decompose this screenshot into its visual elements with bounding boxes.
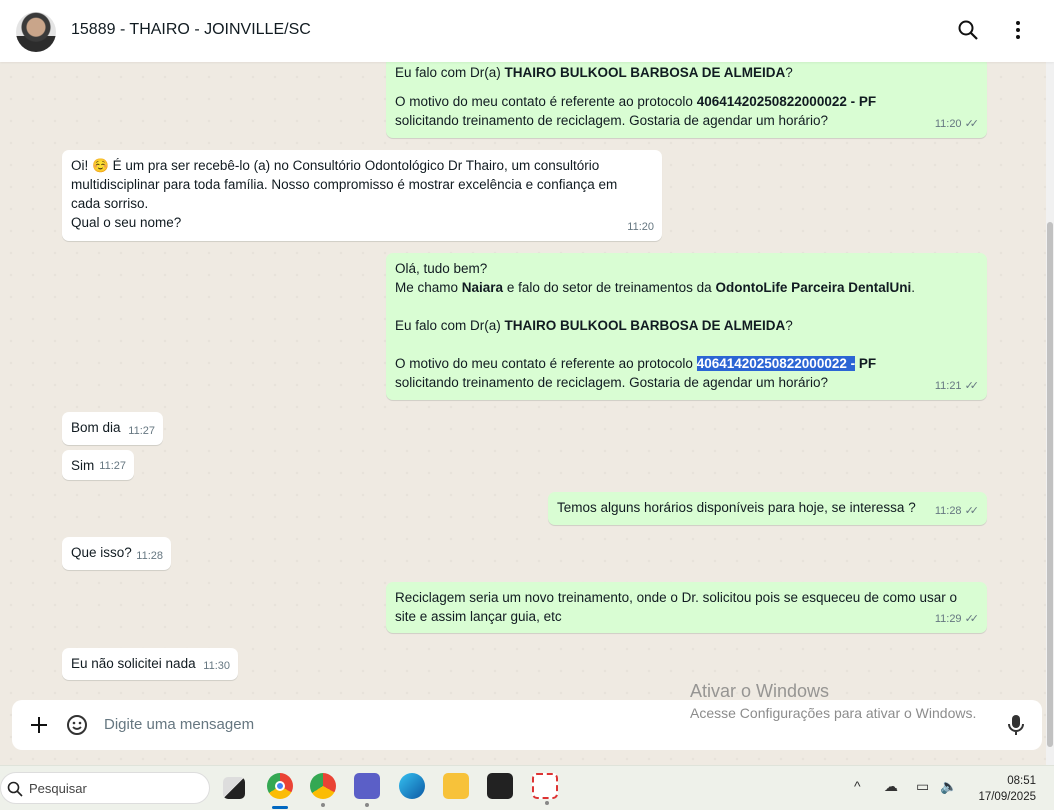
windows-activation-subtitle: Acesse Configurações para ativar o Windo… — [690, 705, 977, 721]
message-incoming: Oi! ☺️ É um pra ser recebê-lo (a) no Con… — [62, 150, 662, 241]
smiling-emoji-icon: ☺️ — [92, 158, 109, 173]
double-check-icon: ✓✓ — [964, 613, 980, 625]
double-check-icon: ✓✓ — [964, 118, 980, 130]
message-time: 11:21 — [934, 380, 962, 392]
snipping-tool-icon[interactable] — [532, 773, 558, 805]
taskbar-search[interactable]: Pesquisar — [0, 772, 210, 804]
volume-icon[interactable]: 🔈 — [940, 778, 957, 795]
message-incoming: Que isso? 11:28 — [62, 537, 171, 570]
message-time: 11:27 — [128, 425, 155, 437]
selected-text[interactable]: 40641420250822000022 - — [696, 356, 856, 371]
message-outgoing: Reciclagem seria um novo treinamento, on… — [386, 582, 987, 633]
message-incoming: Bom dia 11:27 — [62, 412, 163, 445]
scrollbar[interactable] — [1046, 62, 1054, 765]
message-time: 11:30 — [203, 660, 230, 672]
message-time: 11:20 — [627, 221, 654, 233]
message-text-bold: THAIRO BULKOOL BARBOSA DE ALMEIDA — [504, 65, 786, 80]
clock[interactable]: 08:51 17/09/2025 — [978, 773, 1036, 805]
double-check-icon: ✓✓ — [964, 505, 980, 517]
message-time: 11:20 — [934, 118, 962, 130]
edge-icon[interactable] — [399, 773, 425, 799]
search-placeholder: Pesquisar — [29, 781, 87, 796]
chrome-profile-icon[interactable] — [310, 773, 336, 807]
message-input[interactable]: Digite uma mensagem — [104, 716, 254, 733]
onedrive-icon[interactable]: ☁ — [884, 778, 898, 795]
avatar[interactable] — [16, 12, 56, 52]
more-vertical-icon[interactable] — [1006, 18, 1030, 42]
message-incoming: Eu não solicitei nada 11:30 — [62, 648, 238, 680]
contact-name[interactable]: 15889 - THAIRO - JOINVILLE/SC — [71, 21, 311, 39]
windows-activation-title: Ativar o Windows — [690, 681, 830, 701]
message-incoming: Sim 11:27 — [62, 450, 134, 480]
sticky-notes-icon[interactable] — [487, 773, 513, 799]
double-check-icon: ✓✓ — [964, 380, 980, 392]
chat-area: Eu falo com Dr(a) THAIRO BULKOOL BARBOSA… — [0, 0, 1046, 765]
file-explorer-icon[interactable] — [443, 773, 469, 799]
message-text: solicitando treinamento de reciclagem. G… — [395, 113, 828, 128]
message-time: 11:29 — [934, 613, 962, 625]
message-outgoing: Eu falo com Dr(a) THAIRO BULKOOL BARBOSA… — [386, 57, 987, 138]
plus-icon[interactable] — [29, 715, 49, 735]
message-outgoing: Temos alguns horários disponíveis para h… — [548, 492, 987, 525]
message-text: ? — [785, 65, 793, 80]
message-text: Eu falo com Dr(a) — [395, 65, 505, 80]
scrollbar-thumb[interactable] — [1047, 222, 1053, 747]
sticker-icon[interactable] — [66, 714, 88, 736]
chevron-up-icon[interactable]: ^ — [854, 778, 861, 794]
search-icon — [7, 781, 23, 797]
chrome-icon[interactable] — [267, 773, 293, 809]
teams-icon[interactable] — [354, 773, 380, 807]
search-icon[interactable] — [956, 18, 980, 42]
message-time: 11:27 — [99, 460, 126, 472]
message-text-bold: 40641420250822000022 - PF — [696, 94, 877, 109]
chat-header: 15889 - THAIRO - JOINVILLE/SC — [0, 0, 1054, 62]
message-time: 11:28 — [934, 505, 962, 517]
network-icon[interactable]: ▭ — [916, 778, 929, 795]
message-outgoing: Olá, tudo bem? Me chamo Naiara e falo do… — [386, 253, 987, 400]
message-time: 11:28 — [136, 550, 163, 562]
microphone-icon[interactable] — [1007, 714, 1025, 736]
task-view-icon[interactable] — [223, 777, 245, 799]
taskbar: Pesquisar ^ ☁ ▭ 🔈 08:51 17/09/2025 — [0, 765, 1054, 810]
message-text: O motivo do meu contato é referente ao p… — [395, 94, 697, 109]
